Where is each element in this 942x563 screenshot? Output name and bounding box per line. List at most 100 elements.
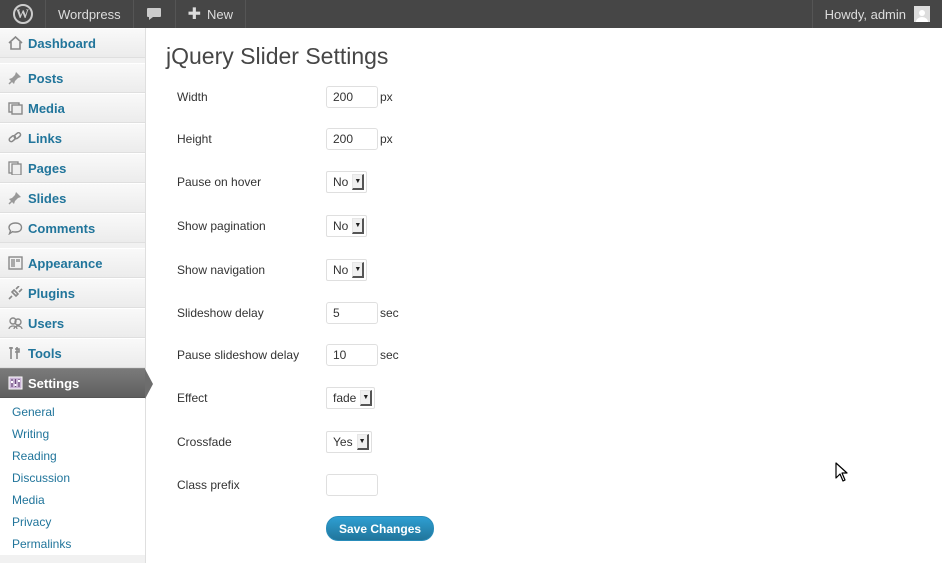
settings-submenu: General Writing Reading Discussion Media…: [0, 398, 145, 555]
submenu-item-writing[interactable]: Writing: [0, 423, 145, 445]
sidebar-item-label: Links: [28, 130, 62, 146]
width-row: Width px: [177, 86, 393, 108]
effect-label: Effect: [177, 391, 208, 405]
pause-on-hover-select[interactable]: No ▼: [326, 171, 368, 193]
sidebar-item-label: Dashboard: [28, 35, 96, 51]
pause-slideshow-delay-label: Pause slideshow delay: [177, 348, 300, 362]
sidebar-item-comments[interactable]: Comments: [0, 213, 145, 243]
sidebar-item-appearance[interactable]: Appearance: [0, 248, 145, 278]
site-name-link[interactable]: Wordpress: [46, 0, 134, 28]
link-icon: [7, 130, 23, 146]
sidebar-item-dashboard[interactable]: Dashboard: [0, 28, 145, 58]
show-navigation-select[interactable]: No ▼: [326, 259, 368, 281]
sidebar-item-label: Tools: [28, 345, 62, 361]
slideshow-delay-label: Slideshow delay: [177, 306, 264, 320]
crossfade-label: Crossfade: [177, 435, 232, 449]
wordpress-logo-icon: W: [12, 4, 33, 24]
pause-slideshow-delay-unit: sec: [380, 348, 399, 362]
sidebar-item-users[interactable]: Users: [0, 308, 145, 338]
account-menu[interactable]: Howdy, admin: [811, 0, 942, 28]
appearance-icon: [7, 255, 23, 271]
pin-icon: [7, 190, 23, 206]
height-unit: px: [380, 132, 393, 146]
select-value: Yes: [333, 435, 353, 449]
select-value: No: [333, 219, 349, 233]
submenu-item-discussion[interactable]: Discussion: [0, 467, 145, 489]
select-value: No: [333, 175, 349, 189]
show-pagination-select[interactable]: No ▼: [326, 215, 368, 237]
submenu-item-privacy[interactable]: Privacy: [0, 511, 145, 533]
crossfade-select[interactable]: Yes ▼: [326, 431, 372, 453]
height-label: Height: [177, 132, 212, 146]
pause-slideshow-delay-input[interactable]: [326, 344, 378, 366]
new-label: New: [207, 6, 234, 22]
sidebar-item-label: Posts: [28, 70, 64, 86]
media-icon: [7, 100, 23, 116]
height-row: Height px: [177, 128, 393, 150]
sidebar-item-links[interactable]: Links: [0, 123, 145, 153]
sidebar-item-label: Users: [28, 315, 65, 331]
new-content-button[interactable]: ✚ New: [176, 0, 247, 28]
main-content: jQuery Slider Settings Width px Height p…: [166, 28, 926, 541]
avatar: [914, 6, 930, 22]
width-label: Width: [177, 90, 208, 104]
pages-icon: [7, 160, 23, 176]
sidebar-item-tools[interactable]: Tools: [0, 338, 145, 368]
wordpress-logo-button[interactable]: W: [0, 0, 46, 28]
tools-icon: [7, 345, 23, 361]
submenu-item-general[interactable]: General: [0, 401, 145, 423]
crossfade-row: Crossfade Yes ▼: [177, 431, 372, 453]
sidebar-item-label: Comments: [28, 220, 96, 236]
height-input[interactable]: [326, 128, 378, 150]
pause-on-hover-row: Pause on hover No ▼: [177, 171, 368, 193]
home-icon: [7, 35, 23, 51]
settings-icon: [7, 375, 23, 391]
sidebar-item-label: Media: [28, 100, 65, 116]
submenu-item-permalinks[interactable]: Permalinks: [0, 533, 145, 555]
pin-icon: [7, 70, 23, 86]
sidebar-item-media[interactable]: Media: [0, 93, 145, 123]
slideshow-delay-input[interactable]: [326, 302, 378, 324]
sidebar-item-plugins[interactable]: Plugins: [0, 278, 145, 308]
comment-icon: [7, 220, 23, 236]
howdy-text: Howdy, admin: [824, 6, 906, 22]
class-prefix-input[interactable]: [326, 474, 378, 496]
sidebar-item-label: Settings: [28, 375, 80, 391]
pause-on-hover-label: Pause on hover: [177, 175, 262, 189]
users-icon: [7, 315, 23, 331]
slideshow-delay-row: Slideshow delay sec: [177, 302, 399, 324]
width-unit: px: [380, 90, 393, 104]
save-changes-button[interactable]: Save Changes: [326, 516, 435, 541]
submenu-item-media[interactable]: Media: [0, 489, 145, 511]
sidebar-item-posts[interactable]: Posts: [0, 63, 145, 93]
sidebar-item-label: Appearance: [28, 255, 103, 271]
chevron-down-icon: ▼: [352, 174, 365, 190]
class-prefix-row: Class prefix: [177, 474, 378, 496]
show-navigation-row: Show navigation No ▼: [177, 259, 368, 281]
chevron-down-icon: ▼: [360, 390, 373, 406]
show-pagination-row: Show pagination No ▼: [177, 215, 368, 237]
effect-select[interactable]: fade ▼: [326, 387, 376, 409]
effect-row: Effect fade ▼: [177, 387, 376, 409]
class-prefix-label: Class prefix: [177, 478, 240, 492]
page-title: jQuery Slider Settings: [166, 43, 389, 69]
comments-button[interactable]: [134, 0, 176, 28]
sidebar-item-slides[interactable]: Slides: [0, 183, 145, 213]
width-input[interactable]: [326, 86, 378, 108]
chevron-down-icon: ▼: [352, 218, 365, 234]
sidebar-item-label: Plugins: [28, 285, 75, 301]
sidebar-item-pages[interactable]: Pages: [0, 153, 145, 183]
submenu-item-reading[interactable]: Reading: [0, 445, 145, 467]
admin-bar: W Wordpress ✚ New Howdy, admin: [0, 0, 942, 28]
sidebar-item-settings[interactable]: Settings: [0, 368, 153, 399]
show-pagination-label: Show pagination: [177, 219, 266, 233]
plus-icon: ✚: [187, 6, 202, 23]
admin-sidebar: Dashboard Posts Media Links Pages Slides…: [0, 28, 153, 563]
slideshow-delay-unit: sec: [380, 306, 399, 320]
select-value: fade: [333, 391, 357, 405]
select-value: No: [333, 263, 349, 277]
comment-bubble-icon: [147, 8, 162, 20]
mouse-cursor-icon: [835, 462, 848, 482]
sidebar-item-label: Slides: [28, 190, 67, 206]
pause-slideshow-delay-row: Pause slideshow delay sec: [177, 344, 399, 366]
